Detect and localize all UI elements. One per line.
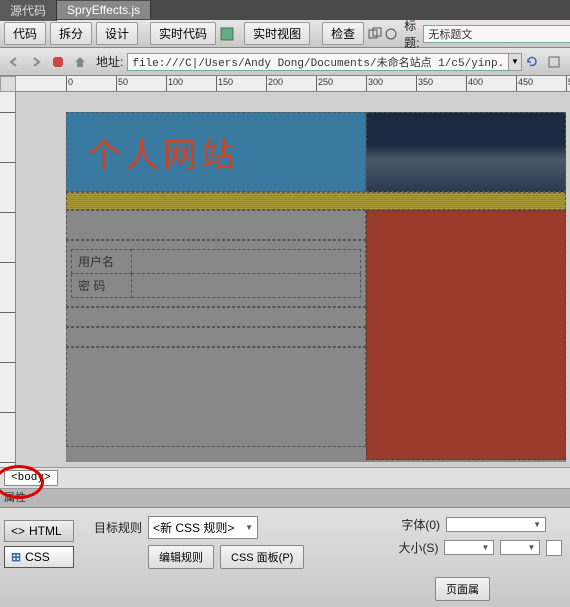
split-view-button[interactable]: 拆分	[50, 22, 92, 45]
spacer-cell[interactable]	[66, 307, 366, 327]
html-tab-label: HTML	[29, 524, 62, 538]
forward-icon[interactable]	[26, 52, 46, 72]
mode-tabs: <> HTML ⊞ CSS	[4, 512, 74, 603]
header-title-cell[interactable]: 个人网站	[66, 112, 366, 192]
header-image-cell[interactable]	[366, 112, 566, 192]
horizontal-ruler: 050100150200250300350400450500	[16, 76, 570, 92]
size-unit-select[interactable]: ▼	[500, 540, 540, 555]
css-mode-tab[interactable]: ⊞ CSS	[4, 546, 74, 568]
spacer-cell[interactable]	[66, 327, 366, 347]
body-tag-selector[interactable]: <body>	[4, 470, 58, 486]
html-icon: <>	[11, 524, 25, 538]
size-select[interactable]: ▼	[444, 540, 494, 555]
html-mode-tab[interactable]: <> HTML	[4, 520, 74, 542]
page-title-label: 标题:	[404, 17, 419, 51]
css-icon: ⊞	[11, 550, 21, 564]
view-toolbar: 代码 拆分 设计 实时代码 实时视图 检查 标题:	[0, 20, 570, 48]
home-icon[interactable]	[70, 52, 90, 72]
tag-selector-bar: <body>	[0, 467, 570, 489]
body-row: 用户名 密 码	[66, 210, 566, 460]
address-dropdown[interactable]: ▼	[508, 53, 522, 71]
refresh-icon[interactable]	[522, 52, 542, 72]
page-body[interactable]: 个人网站 用户名 密 码	[66, 112, 566, 462]
properties-label: 属性	[4, 489, 26, 505]
login-table: 用户名 密 码	[71, 249, 361, 298]
stop-icon[interactable]	[48, 52, 68, 72]
page-title-input[interactable]	[423, 25, 570, 43]
inspect-button[interactable]: 检查	[322, 22, 364, 45]
settings-icon[interactable]	[544, 52, 564, 72]
left-column: 用户名 密 码	[66, 210, 366, 460]
page-attributes-button[interactable]: 页面属	[435, 577, 490, 601]
table-row: 用户名	[72, 250, 361, 274]
spacer-cell[interactable]	[66, 210, 366, 240]
font-label: 字体(0)	[390, 516, 440, 533]
properties-main: 目标规则 <新 CSS 规则> ▼ 编辑规则 CSS 面板(P)	[74, 512, 386, 603]
css-panel-button[interactable]: CSS 面板(P)	[220, 545, 304, 569]
chevron-down-icon: ▼	[482, 543, 490, 552]
address-label: 地址:	[96, 53, 123, 70]
password-label: 密 码	[72, 274, 132, 298]
nav-strip[interactable]	[66, 192, 566, 210]
address-toolbar: 地址: ▼	[0, 48, 570, 76]
tab-source[interactable]: 源代码	[0, 0, 57, 21]
live-view-button[interactable]: 实时视图	[244, 22, 310, 45]
edit-rule-button[interactable]: 编辑规则	[148, 545, 214, 569]
chevron-down-icon: ▼	[533, 520, 541, 529]
live-code-icon[interactable]	[220, 24, 234, 44]
multiscreen-icon[interactable]	[368, 24, 382, 44]
site-title: 个人网站	[87, 128, 239, 177]
form-cell[interactable]: 用户名 密 码	[66, 240, 366, 307]
target-rule-label: 目标规则	[82, 519, 142, 536]
design-canvas[interactable]: 个人网站 用户名 密 码	[16, 92, 570, 467]
back-icon[interactable]	[4, 52, 24, 72]
font-select[interactable]: ▼	[446, 517, 546, 532]
document-tabs: 源代码 SpryEffects.js	[0, 0, 570, 20]
properties-panel: <> HTML ⊞ CSS 目标规则 <新 CSS 规则> ▼ 编辑规则 CSS…	[0, 507, 570, 607]
visual-aids-icon[interactable]	[384, 24, 398, 44]
tab-file[interactable]: SpryEffects.js	[57, 1, 151, 19]
vertical-ruler	[0, 92, 16, 467]
color-swatch[interactable]	[546, 540, 562, 556]
right-column[interactable]	[366, 210, 566, 460]
live-code-button[interactable]: 实时代码	[150, 22, 216, 45]
design-view-button[interactable]: 设计	[96, 22, 138, 45]
username-field-cell[interactable]	[132, 250, 361, 274]
address-input[interactable]	[127, 53, 509, 71]
chevron-down-icon: ▼	[245, 523, 253, 532]
target-rule-select[interactable]: <新 CSS 规则> ▼	[148, 516, 258, 539]
header-row: 个人网站	[66, 112, 566, 192]
username-label: 用户名	[72, 250, 132, 274]
target-rule-value: <新 CSS 规则>	[153, 519, 234, 536]
chevron-down-icon: ▼	[528, 543, 536, 552]
css-tab-label: CSS	[25, 550, 50, 564]
ruler-corner	[0, 76, 16, 92]
code-view-button[interactable]: 代码	[4, 22, 46, 45]
table-row: 密 码	[72, 274, 361, 298]
size-label: 大小(S)	[390, 539, 438, 556]
password-field-cell[interactable]	[132, 274, 361, 298]
content-cell[interactable]	[66, 347, 366, 447]
